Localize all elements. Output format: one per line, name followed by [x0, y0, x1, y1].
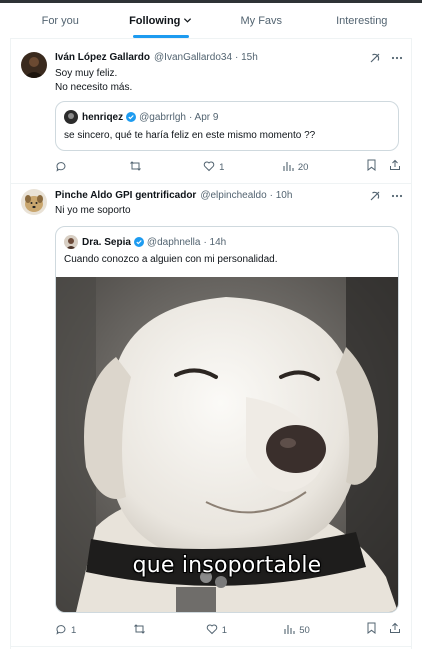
tweet[interactable]: Iván López Gallardo @IvanGallardo34 · 15… — [11, 39, 411, 184]
views-chart-icon — [282, 160, 294, 175]
tweet-actions: 1 20 — [55, 159, 401, 175]
tweet-text: Ni yo me soporto — [55, 205, 131, 216]
avatar[interactable] — [21, 52, 47, 78]
author-handle[interactable]: @elpinchealdo — [200, 190, 266, 201]
tweet[interactable]: Pinche Aldo GPI gentrificador @elpinchea… — [11, 184, 411, 647]
quoted-author-name: Dra. Sepia — [82, 236, 131, 248]
quoted-avatar — [64, 235, 78, 249]
views-chart-icon — [283, 623, 295, 638]
quoted-tweet[interactable]: Dra. Sepia @daphnella · 14h Cuando conoz… — [55, 226, 399, 613]
tweet-header-actions — [369, 51, 403, 69]
retweet-button[interactable] — [129, 160, 146, 175]
grok-icon[interactable] — [369, 51, 381, 69]
reply-button[interactable]: 1 — [55, 623, 76, 638]
more-options-icon[interactable] — [391, 189, 403, 207]
timeline: Iván López Gallardo @IvanGallardo34 · 15… — [10, 39, 412, 649]
tweet-time[interactable]: · 15h — [235, 52, 258, 63]
reply-icon — [55, 623, 67, 638]
quoted-author-name: henriqez — [82, 111, 124, 123]
like-button[interactable]: 1 — [206, 623, 227, 638]
verified-badge-icon — [133, 237, 144, 247]
chevron-down-icon — [183, 16, 192, 25]
tweet-actions: 1 1 50 — [55, 622, 401, 638]
share-icon[interactable] — [389, 158, 401, 176]
tab-for-you[interactable]: For you — [10, 3, 111, 38]
quoted-time: · Apr 9 — [188, 111, 219, 123]
retweet-icon — [129, 160, 142, 175]
share-icon[interactable] — [389, 621, 401, 639]
quoted-handle: @daphnella — [146, 236, 201, 248]
retweet-icon — [133, 623, 146, 638]
quoted-time: · 14h — [203, 236, 227, 248]
heart-icon — [203, 160, 215, 175]
quoted-media-image[interactable]: que insoportable — [56, 277, 398, 612]
reply-icon — [55, 160, 67, 175]
more-options-icon[interactable] — [391, 51, 403, 69]
tweet-header: Pinche Aldo GPI gentrificador @elpinchea… — [55, 190, 292, 201]
reply-button[interactable] — [55, 160, 71, 175]
quoted-header: Dra. Sepia @daphnella · 14h — [64, 235, 226, 249]
tab-interesting[interactable]: Interesting — [312, 3, 413, 38]
bookmark-icon[interactable] — [366, 158, 377, 176]
heart-icon — [206, 623, 218, 638]
tab-following[interactable]: Following — [111, 3, 212, 38]
grok-icon[interactable] — [369, 189, 381, 207]
tab-my-favs[interactable]: My Favs — [211, 3, 312, 38]
author-handle[interactable]: @IvanGallardo34 — [154, 52, 232, 63]
quoted-avatar — [64, 110, 78, 124]
quoted-text: se sincero, qué te haría feliz en este m… — [64, 130, 316, 141]
retweet-button[interactable] — [133, 623, 150, 638]
quoted-handle: @gabrrlgh — [139, 111, 186, 123]
views-button[interactable]: 50 — [283, 623, 310, 638]
tweet-header: Iván López Gallardo @IvanGallardo34 · 15… — [55, 52, 258, 63]
quoted-tweet[interactable]: henriqez @gabrrlgh · Apr 9 se sincero, q… — [55, 101, 399, 151]
quoted-header: henriqez @gabrrlgh · Apr 9 — [64, 110, 218, 124]
view-count: 20 — [297, 161, 309, 173]
tweet-time[interactable]: · 10h — [270, 190, 293, 201]
view-count: 50 — [299, 624, 310, 636]
author-name[interactable]: Iván López Gallardo — [55, 52, 150, 63]
timeline-tabs: For you Following My Favs Interesting — [10, 3, 412, 39]
views-button[interactable]: 20 — [282, 160, 309, 175]
like-count: 1 — [219, 161, 225, 173]
tweet-text: Soy muy feliz. No necesito más. — [55, 68, 133, 93]
active-tab-indicator — [132, 35, 189, 38]
tweet-actions-right — [366, 158, 401, 176]
verified-badge-icon — [126, 112, 137, 122]
quoted-text: Cuando conozco a alguien con mi personal… — [64, 254, 278, 265]
image-caption-text: que insoportable — [132, 553, 322, 578]
author-name[interactable]: Pinche Aldo GPI gentrificador — [55, 190, 196, 201]
like-button[interactable]: 1 — [203, 160, 224, 175]
reply-count: 1 — [71, 624, 77, 636]
tweet-actions-right — [366, 621, 401, 639]
avatar[interactable] — [21, 189, 47, 215]
like-count: 1 — [221, 624, 227, 636]
tweet-header-actions — [369, 189, 403, 207]
bookmark-icon[interactable] — [366, 621, 377, 639]
